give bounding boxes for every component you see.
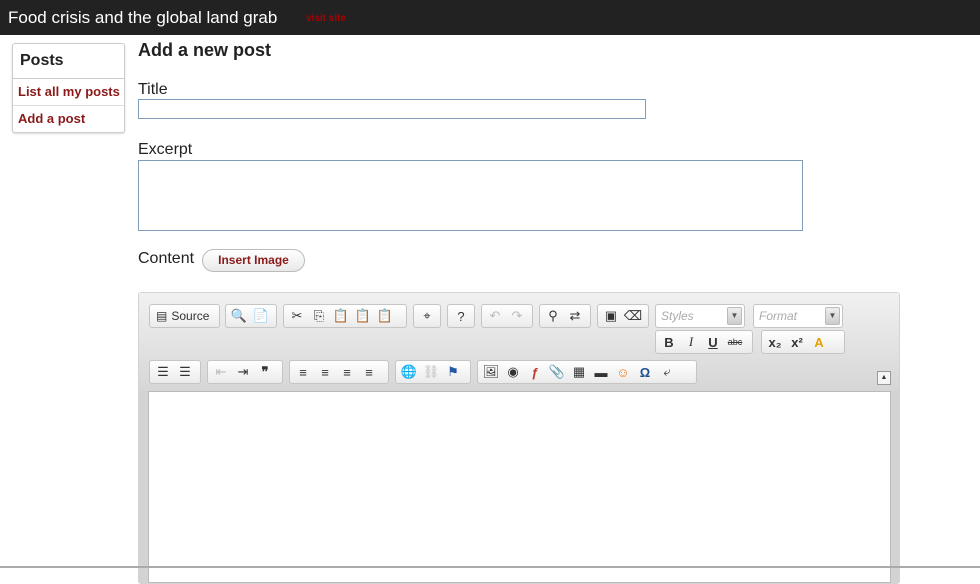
paste-icon[interactable]: 📋 xyxy=(330,306,352,326)
bulleted-list-icon[interactable]: ☰ xyxy=(174,362,196,382)
superscript-icon[interactable]: x² xyxy=(786,332,808,352)
templates-icon[interactable]: 📄 xyxy=(250,306,272,326)
align-center-icon[interactable]: ≡ xyxy=(314,362,336,382)
editor-toolbar: ▤ Source 🔍 📄 ✂ ⎘ 📋 📋 📋 ⌖ ? ↶ ↷ ⚲ ⇄ ▣ ⌫ S… xyxy=(139,293,899,391)
flash-icon[interactable]: ƒ xyxy=(524,362,546,382)
sidebar-item-list-posts[interactable]: List all my posts xyxy=(13,79,124,106)
redo-icon[interactable]: ↷ xyxy=(506,306,528,326)
preview-icon[interactable]: 🔍 xyxy=(228,306,250,326)
toolbar-group-basic-styles: B I U abc xyxy=(655,330,753,354)
toolbar-group-help: ? xyxy=(447,304,475,328)
align-right-icon[interactable]: ≡ xyxy=(336,362,358,382)
remove-format-icon[interactable]: ⌫ xyxy=(622,306,644,326)
toolbar-group-indent: ⇤ ⇥ ❞ xyxy=(207,360,283,384)
toolbar-group-insert: 🖼 ◉ ƒ 📎 ▦ ▬ ☺ Ω ⤶ xyxy=(477,360,697,384)
rich-text-editor: ▤ Source 🔍 📄 ✂ ⎘ 📋 📋 📋 ⌖ ? ↶ ↷ ⚲ ⇄ ▣ ⌫ S… xyxy=(138,292,900,584)
unlink-icon[interactable]: ⛓ xyxy=(420,362,442,382)
excerpt-label: Excerpt xyxy=(138,141,193,158)
flash-embed-icon[interactable]: ◉ xyxy=(502,362,524,382)
cut-icon[interactable]: ✂ xyxy=(286,306,308,326)
numbered-list-icon[interactable]: ☰ xyxy=(152,362,174,382)
smiley-icon[interactable]: ☺ xyxy=(612,362,634,382)
table-icon[interactable]: ▦ xyxy=(568,362,590,382)
format-placeholder: Format xyxy=(759,309,798,323)
top-bar: Food crisis and the global land grab vis… xyxy=(0,0,980,35)
styles-placeholder: Styles xyxy=(661,309,694,323)
toolbar-group-document: 🔍 📄 xyxy=(225,304,277,328)
toolbar-group-undo: ↶ ↷ xyxy=(481,304,533,328)
toolbar-group-source: ▤ Source xyxy=(149,304,220,328)
underline-icon[interactable]: U xyxy=(702,332,724,352)
italic-icon[interactable]: I xyxy=(680,332,702,352)
title-label: Title xyxy=(138,81,168,98)
toolbar-group-select: ▣ ⌫ xyxy=(597,304,649,328)
copy-icon[interactable]: ⎘ xyxy=(308,306,330,326)
align-left-icon[interactable]: ≡ xyxy=(292,362,314,382)
sidebar-item-add-post[interactable]: Add a post xyxy=(13,106,124,132)
bold-icon[interactable]: B xyxy=(658,332,680,352)
special-char-icon[interactable]: Ω xyxy=(634,362,656,382)
source-button[interactable]: ▤ Source xyxy=(152,306,213,326)
anchor-icon[interactable]: ⚑ xyxy=(442,362,464,382)
paste-word-icon[interactable]: 📋 xyxy=(374,306,396,326)
paste-text-icon[interactable]: 📋 xyxy=(352,306,374,326)
toolbar-group-scripts: x₂ x² A xyxy=(761,330,845,354)
source-label: Source xyxy=(171,309,210,323)
text-color-icon[interactable]: A xyxy=(808,332,830,352)
content-label: Content xyxy=(138,250,195,267)
toolbar-group-links: 🌐 ⛓ ⚑ xyxy=(395,360,471,384)
collapse-toolbar-icon[interactable]: ▲ xyxy=(877,371,891,385)
styles-dropdown[interactable]: Styles ▼ xyxy=(655,304,745,328)
toolbar-group-align: ≡ ≡ ≡ ≡ xyxy=(289,360,389,384)
outdent-icon[interactable]: ⇤ xyxy=(210,362,232,382)
image-icon[interactable]: 🖼 xyxy=(480,362,502,382)
attachment-icon[interactable]: 📎 xyxy=(546,362,568,382)
chevron-down-icon: ▼ xyxy=(825,307,840,325)
toolbar-group-lists: ☰ ☰ xyxy=(149,360,201,384)
select-all-icon[interactable]: ▣ xyxy=(600,306,622,326)
format-dropdown[interactable]: Format ▼ xyxy=(753,304,843,328)
subscript-icon[interactable]: x₂ xyxy=(764,332,786,352)
replace-icon[interactable]: ⇄ xyxy=(564,306,586,326)
sidebar-heading: Posts xyxy=(13,44,124,79)
justify-icon[interactable]: ≡ xyxy=(358,362,380,382)
site-title: Food crisis and the global land grab xyxy=(8,8,278,27)
page-break-icon[interactable]: ⤶ xyxy=(656,362,678,382)
help-icon[interactable]: ? xyxy=(450,306,472,326)
toolbar-group-clipboard: ✂ ⎘ 📋 📋 📋 xyxy=(283,304,407,328)
excerpt-textarea[interactable] xyxy=(138,160,803,231)
find-icon[interactable]: ⚲ xyxy=(542,306,564,326)
editor-content-area[interactable] xyxy=(148,391,891,583)
strikethrough-icon[interactable]: abc xyxy=(724,332,746,352)
toolbar-group-find: ⚲ ⇄ xyxy=(539,304,591,328)
toolbar-group-spell: ⌖ xyxy=(413,304,441,328)
indent-icon[interactable]: ⇥ xyxy=(232,362,254,382)
visit-site-link[interactable]: visit site xyxy=(306,13,346,24)
blockquote-icon[interactable]: ❞ xyxy=(254,362,276,382)
horizontal-rule-icon[interactable]: ▬ xyxy=(590,362,612,382)
link-icon[interactable]: 🌐 xyxy=(398,362,420,382)
source-icon: ▤ xyxy=(156,309,168,323)
page-title: Add a new post xyxy=(138,40,272,60)
undo-icon[interactable]: ↶ xyxy=(484,306,506,326)
insert-image-button[interactable]: Insert Image xyxy=(202,249,305,272)
spellcheck-icon[interactable]: ⌖ xyxy=(416,306,438,326)
chevron-down-icon: ▼ xyxy=(727,307,742,325)
sidebar: Posts List all my posts Add a post xyxy=(12,43,125,133)
title-input[interactable] xyxy=(138,99,646,119)
